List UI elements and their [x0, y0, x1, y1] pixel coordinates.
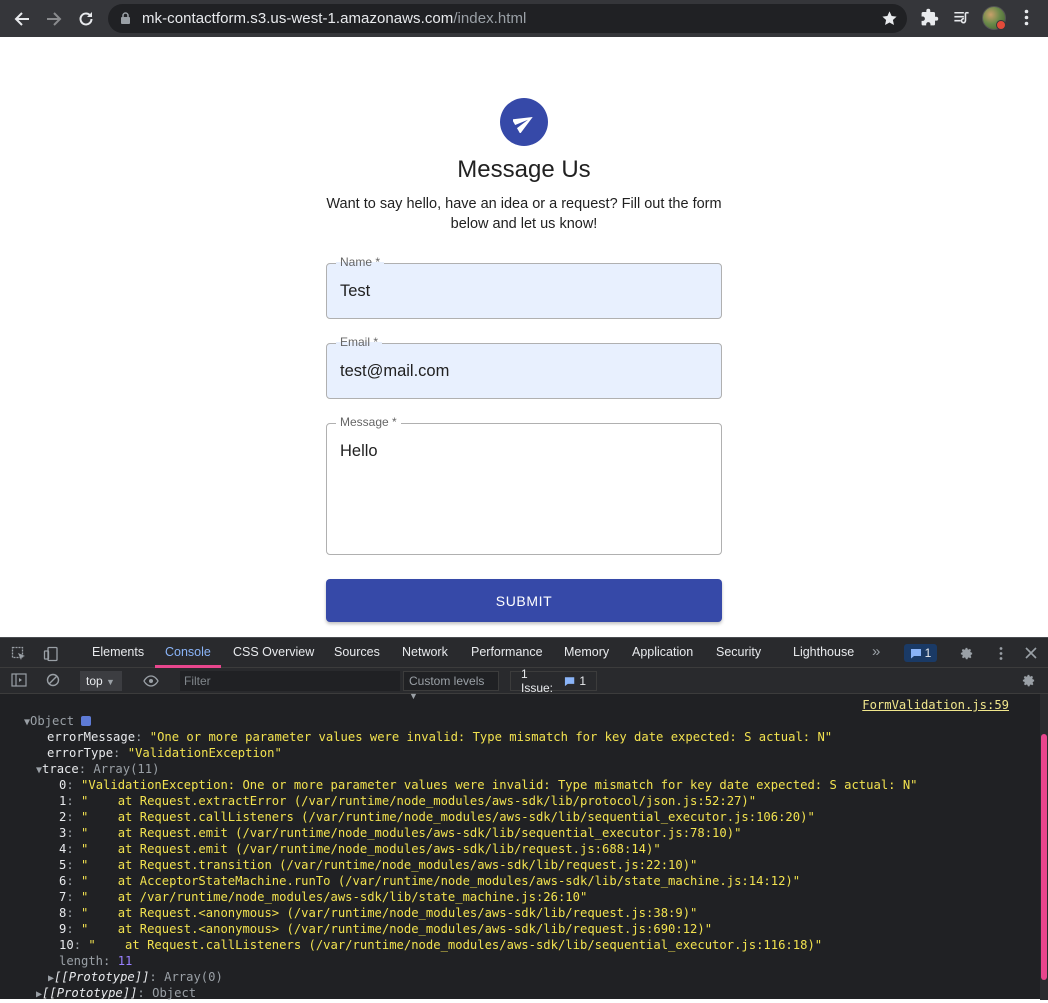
name-label: Name * — [336, 255, 385, 269]
console-scrollbar[interactable] — [1040, 694, 1048, 1000]
bookmark-star-icon[interactable] — [881, 10, 898, 32]
trace-row: 5: " at Request.transition (/var/runtime… — [59, 858, 698, 872]
scrollbar-thumb[interactable] — [1041, 734, 1047, 980]
email-field[interactable]: Email * test@mail.com — [326, 335, 722, 399]
tab-application[interactable]: Application — [632, 645, 693, 659]
trace-row: 8: " at Request.<anonymous> (/var/runtim… — [59, 906, 698, 920]
length-row: length: 11 — [59, 954, 133, 968]
message-label: Message * — [336, 415, 401, 429]
extensions-puzzle-icon[interactable] — [920, 8, 939, 32]
trace-row: 10: " at Request.callListeners (/var/run… — [59, 938, 823, 952]
page-title: Message Us — [457, 156, 591, 183]
more-tabs-chevron-icon[interactable]: » — [872, 643, 880, 660]
log-levels-dropdown[interactable]: Custom levels ▼ — [403, 671, 499, 701]
tab-sources[interactable]: Sources — [334, 645, 380, 659]
tab-css-overview[interactable]: CSS Overview — [233, 645, 314, 659]
submit-button[interactable]: SUBMIT — [326, 579, 722, 622]
trace-row: 3: " at Request.emit (/var/runtime/node_… — [59, 826, 742, 840]
tab-security[interactable]: Security — [716, 645, 761, 659]
reading-list-icon[interactable] — [952, 8, 971, 32]
clear-console-icon[interactable] — [46, 673, 60, 692]
tab-lighthouse[interactable]: Lighthouse — [793, 645, 854, 659]
trace-row: 7: " at /var/runtime/node_modules/aws-sd… — [59, 890, 588, 904]
page-subtitle: Want to say hello, have an idea or a req… — [326, 196, 722, 232]
browser-toolbar: mk-contactform.s3.us-west-1.amazonaws.co… — [0, 0, 1048, 37]
lock-icon — [120, 12, 131, 30]
console-settings-gear-icon[interactable] — [1021, 673, 1036, 693]
message-icon — [565, 676, 575, 686]
tab-memory[interactable]: Memory — [564, 645, 609, 659]
source-link[interactable]: FormValidation.js:59 — [862, 697, 1009, 713]
object-prototype-node[interactable]: ▶[[Prototype]]: Object — [36, 985, 196, 1003]
trace-row: 1: " at Request.extractError (/var/runti… — [59, 794, 757, 808]
live-expression-eye-icon[interactable] — [143, 674, 159, 692]
devtools-panel: Elements Console CSS Overview Sources Ne… — [0, 637, 1048, 1000]
name-field[interactable]: Name * Test — [326, 255, 722, 319]
devtools-menu-icon[interactable] — [994, 646, 1008, 666]
sidebar-toggle-icon[interactable] — [11, 673, 27, 692]
trace-row: 4: " at Request.emit (/var/runtime/node_… — [59, 842, 661, 856]
trace-row: 6: " at AcceptorStateMachine.runTo (/var… — [59, 874, 801, 888]
message-textarea[interactable]: Hello — [340, 442, 378, 461]
console-filter-input[interactable]: Filter — [180, 671, 400, 691]
settings-gear-icon[interactable] — [959, 646, 974, 666]
error-message-row: errorMessage: "One or more parameter val… — [47, 730, 833, 744]
console-output: FormValidation.js:59 ▼Object errorMessag… — [0, 694, 1040, 1000]
address-bar[interactable]: mk-contactform.s3.us-west-1.amazonaws.co… — [108, 4, 907, 33]
trace-row: 2: " at Request.callListeners (/var/runt… — [59, 810, 815, 824]
email-input[interactable]: test@mail.com — [340, 362, 449, 381]
tab-network[interactable]: Network — [402, 645, 448, 659]
tab-elements[interactable]: Elements — [92, 645, 144, 659]
issues-button[interactable]: 1 Issue: 1 — [510, 667, 597, 695]
info-badge-icon — [81, 716, 92, 726]
reload-icon[interactable] — [75, 8, 97, 30]
send-message-icon — [500, 98, 548, 146]
url-text: mk-contactform.s3.us-west-1.amazonaws.co… — [142, 10, 527, 27]
email-label: Email * — [336, 335, 383, 349]
browser-menu-icon[interactable] — [1017, 8, 1036, 32]
trace-row: 0: "ValidationException: One or more par… — [59, 778, 918, 792]
devtools-tabbar: Elements Console CSS Overview Sources Ne… — [0, 638, 1048, 668]
tab-console[interactable]: Console — [165, 645, 211, 659]
device-toolbar-icon[interactable] — [43, 646, 59, 667]
message-icon — [910, 648, 921, 658]
context-select[interactable]: top ▼ — [80, 671, 122, 691]
name-input[interactable]: Test — [340, 282, 370, 301]
contact-page: Message Us Want to say hello, have an id… — [0, 37, 1048, 637]
back-arrow-icon[interactable] — [11, 8, 33, 30]
inspect-element-icon[interactable] — [11, 646, 27, 667]
error-type-row: errorType: "ValidationException" — [47, 746, 282, 760]
profile-avatar[interactable] — [982, 6, 1006, 30]
issues-badge[interactable]: 1 — [904, 644, 937, 662]
tab-performance[interactable]: Performance — [471, 645, 543, 659]
forward-arrow-icon[interactable] — [43, 8, 65, 30]
console-toolbar: top ▼ Filter Custom levels ▼ 1 Issue: 1 — [0, 667, 1048, 701]
close-devtools-icon[interactable] — [1024, 646, 1038, 665]
message-field[interactable]: Message * Hello — [326, 415, 722, 555]
trace-row: 9: " at Request.<anonymous> (/var/runtim… — [59, 922, 713, 936]
